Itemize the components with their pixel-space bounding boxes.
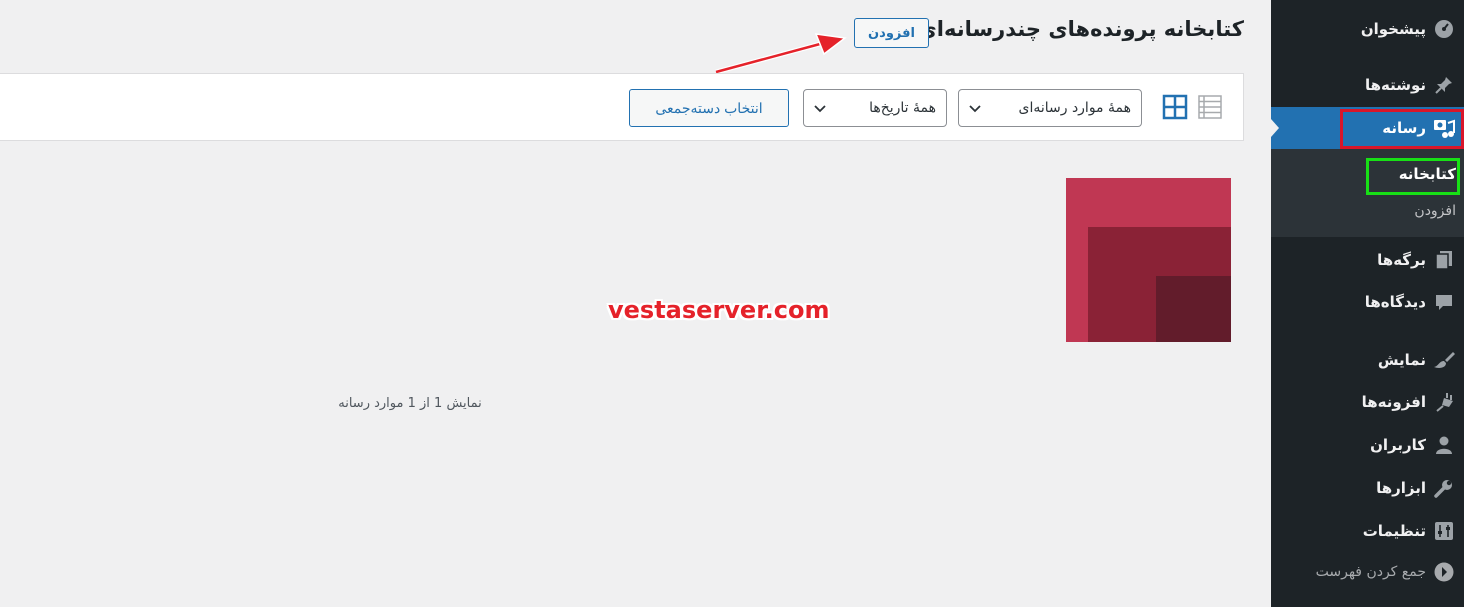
comments-icon (1432, 290, 1456, 314)
sidebar-item-label: دیدگاه‌ها (1364, 293, 1426, 311)
sidebar-item-plugins[interactable]: افزونه‌ها (1271, 382, 1464, 422)
submenu-item-add-new[interactable]: افزودن (1414, 203, 1456, 219)
add-new-button[interactable]: افزودن (854, 18, 929, 48)
bulk-select-button[interactable]: انتخاب دسته‌جمعی (629, 89, 789, 127)
sidebar-item-label: ابزارها (1376, 479, 1426, 497)
media-type-filter-select[interactable]: همهٔ موارد رسانه‌ای (958, 89, 1142, 127)
list-view-icon[interactable] (1197, 94, 1223, 120)
collapse-menu-button[interactable]: جمع کردن فهرست (1271, 552, 1464, 592)
chevron-down-icon (969, 102, 981, 118)
plugins-icon (1432, 390, 1456, 414)
date-filter-value: همهٔ تاریخ‌ها (869, 100, 936, 116)
chevron-down-icon (814, 102, 826, 118)
sidebar-item-label: نمایش (1377, 351, 1426, 369)
collapse-menu-label: جمع کردن فهرست (1315, 564, 1426, 580)
pin-icon (1432, 73, 1456, 97)
sidebar-item-users[interactable]: کاربران (1271, 425, 1464, 465)
sidebar-item-pages[interactable]: برگه‌ها (1271, 240, 1464, 280)
sidebar-item-label: پیشخوان (1360, 20, 1426, 38)
date-filter-select[interactable]: همهٔ تاریخ‌ها (803, 89, 947, 127)
pages-icon (1432, 248, 1456, 272)
annotation-arrow (715, 33, 847, 75)
wrench-icon (1432, 476, 1456, 500)
sidebar-item-tools[interactable]: ابزارها (1271, 468, 1464, 508)
sidebar-item-appearance[interactable]: نمایش (1271, 340, 1464, 380)
admin-sidebar: پیشخوان نوشته‌ها رسانه کتابخانه افزودن ب… (1271, 0, 1464, 607)
media-highlight-box (1340, 109, 1464, 149)
sidebar-item-label: افزونه‌ها (1361, 393, 1426, 411)
settings-icon (1432, 519, 1456, 543)
media-count-text: نمایش 1 از 1 موارد رسانه (338, 396, 482, 411)
page-title: کتابخانه پرونده‌های چندرسانه‌ای (917, 17, 1244, 41)
dashboard-icon (1432, 17, 1456, 41)
media-attachment-thumbnail[interactable] (1066, 178, 1231, 342)
sidebar-item-posts[interactable]: نوشته‌ها (1271, 65, 1464, 105)
watermark-text: vestaserver.com (608, 296, 830, 324)
sidebar-item-settings[interactable]: تنظیمات (1271, 511, 1464, 551)
sidebar-item-dashboard[interactable]: پیشخوان (1271, 9, 1464, 49)
sidebar-item-label: برگه‌ها (1377, 251, 1426, 269)
users-icon (1432, 433, 1456, 457)
media-type-filter-value: همهٔ موارد رسانه‌ای (1018, 100, 1131, 116)
sidebar-item-comments[interactable]: دیدگاه‌ها (1271, 282, 1464, 322)
library-highlight-box (1366, 158, 1460, 195)
sidebar-item-label: نوشته‌ها (1364, 76, 1426, 94)
current-menu-pointer (1271, 119, 1279, 137)
appearance-icon (1432, 348, 1456, 372)
sidebar-item-label: کاربران (1370, 436, 1426, 454)
media-toolbar: همهٔ موارد رسانه‌ای همهٔ تاریخ‌ها انتخاب… (0, 73, 1244, 141)
grid-view-icon[interactable] (1162, 94, 1188, 120)
sidebar-item-label: تنظیمات (1362, 522, 1426, 540)
collapse-arrow-icon (1432, 560, 1456, 584)
thumbnail-shape (1156, 276, 1231, 342)
